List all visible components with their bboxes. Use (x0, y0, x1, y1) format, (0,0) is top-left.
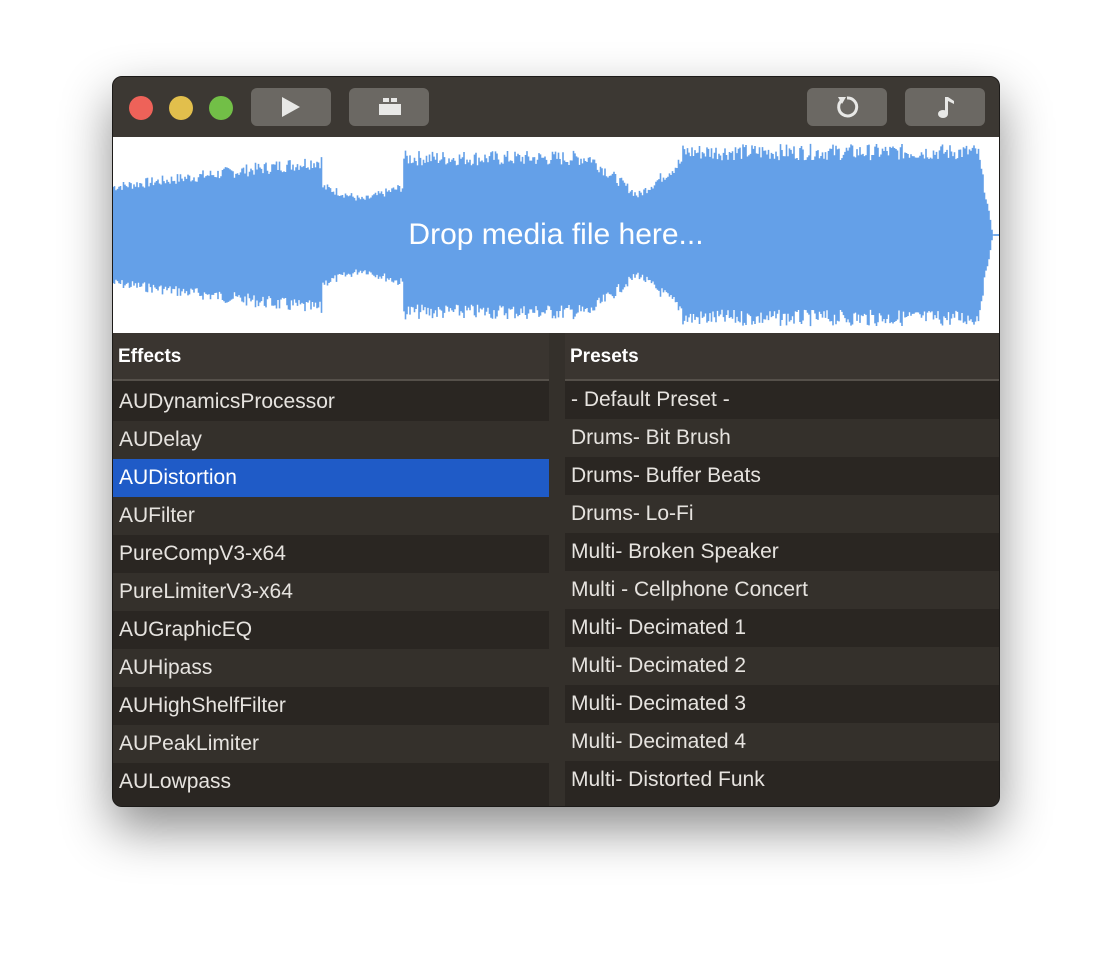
play-button[interactable] (251, 88, 331, 126)
play-icon (282, 97, 300, 117)
list-item[interactable]: Multi- Decimated 3 (565, 685, 999, 723)
list-item[interactable]: AUHipass (113, 649, 549, 687)
list-item[interactable]: AUPeakLimiter (113, 725, 549, 763)
app-window: Drop media file here... Effects AUDynami… (112, 76, 1000, 807)
list-item[interactable]: AUDistortion (113, 459, 549, 497)
close-button[interactable] (129, 96, 153, 120)
list-item[interactable]: Multi- Distorted Funk (565, 761, 999, 799)
zoom-button[interactable] (209, 96, 233, 120)
stage-icon (379, 98, 401, 115)
presets-header: Presets (565, 333, 999, 381)
effects-list: Effects AUDynamicsProcessor AUDelay AUDist… (113, 333, 549, 806)
list-item[interactable]: PureCompV3-x64 (113, 535, 549, 573)
presets-list: Presets - Default Preset - Drums- Bit Bru… (565, 333, 999, 806)
list-item[interactable]: AUGraphicEQ (113, 611, 549, 649)
minimize-button[interactable] (169, 96, 193, 120)
reset-icon (837, 96, 859, 118)
stage-button[interactable] (349, 88, 429, 126)
list-item[interactable]: Multi- Decimated 2 (565, 647, 999, 685)
list-item[interactable]: Drums- Buffer Beats (565, 457, 999, 495)
list-item[interactable]: - Default Preset - (565, 381, 999, 419)
list-item[interactable]: PureLimiterV3-x64 (113, 573, 549, 611)
titlebar (113, 77, 999, 137)
effects-header: Effects (113, 333, 549, 381)
list-item[interactable]: Drums- Bit Brush (565, 419, 999, 457)
music-note-icon (938, 97, 954, 118)
reset-button[interactable] (807, 88, 887, 126)
list-item[interactable]: AULowpass (113, 763, 549, 801)
list-item[interactable]: AUFilter (113, 497, 549, 535)
list-item[interactable]: Multi- Decimated 4 (565, 723, 999, 761)
list-item[interactable]: AUDelay (113, 421, 549, 459)
music-button[interactable] (905, 88, 985, 126)
waveform-drop-area[interactable]: Drop media file here... (113, 137, 999, 333)
list-item[interactable]: AUDynamicsProcessor (113, 383, 549, 421)
list-item[interactable]: Drums- Lo-Fi (565, 495, 999, 533)
list-item[interactable]: Multi - Cellphone Concert (565, 571, 999, 609)
column-divider[interactable] (549, 333, 565, 806)
waveform-graphic (113, 143, 999, 327)
list-item[interactable]: Multi- Decimated 1 (565, 609, 999, 647)
list-item[interactable]: AUHighShelfFilter (113, 687, 549, 725)
list-item[interactable]: Multi- Broken Speaker (565, 533, 999, 571)
waveform-path (113, 143, 999, 327)
